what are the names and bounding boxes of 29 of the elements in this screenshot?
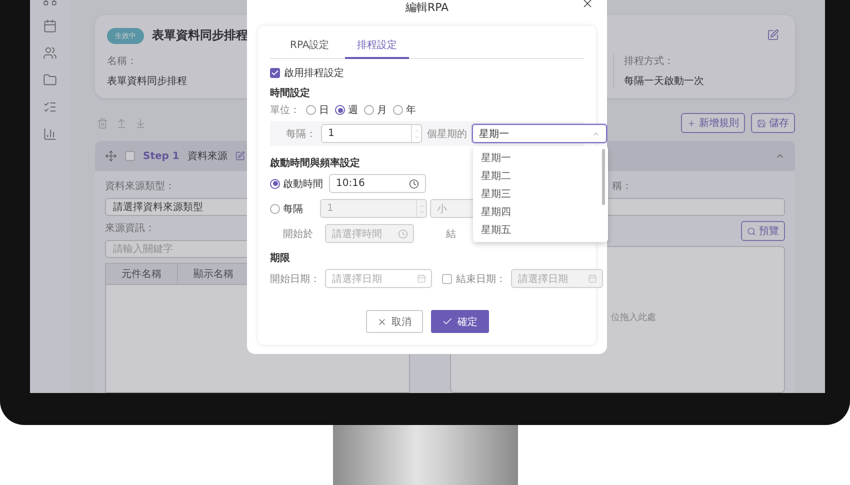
radio-label: 週 [348, 104, 358, 117]
section-heading: 時間設定 [270, 86, 310, 100]
field-label: 來源資訊： [105, 222, 155, 235]
radio-label: 啟動時間 [283, 178, 323, 190]
start-date-label: 開始日期： [270, 272, 320, 286]
field-label: 資料來源類型： [105, 180, 175, 193]
every-label: 每隔： [286, 128, 316, 140]
unit-label: 單位： [270, 104, 300, 117]
start-label: 開始於 [283, 228, 313, 240]
week-suffix: 個星期的 [427, 128, 467, 140]
field-value: 表單資料同步排程 [107, 74, 187, 88]
radio-label: 月 [377, 104, 387, 117]
dialog-title: 編輯RPA [405, 0, 449, 14]
schedule-title: 表單資料同步排程 [152, 27, 248, 44]
field-value: 每隔一天啟動一次 [624, 75, 705, 88]
field-label: 名稱： [107, 55, 137, 68]
end-label: 結 [446, 228, 456, 240]
radio-label: 年 [406, 104, 416, 117]
step-number: Step 1 [143, 150, 180, 162]
drop-hint: 位拖入此處 [611, 313, 656, 323]
checkbox-label: 啟用排程設定 [284, 66, 344, 80]
end-date-label: 結束日期： [456, 272, 506, 286]
section-heading: 期限 [270, 252, 290, 265]
section-heading: 啟動時間與頻率設定 [270, 156, 360, 170]
step-title: 資料來源 [187, 150, 228, 163]
radio-label: 日 [319, 104, 329, 117]
field-label: 排程方式： [624, 54, 674, 68]
field-label: 稱： [612, 180, 632, 193]
radio-label: 每隔 [283, 202, 303, 216]
